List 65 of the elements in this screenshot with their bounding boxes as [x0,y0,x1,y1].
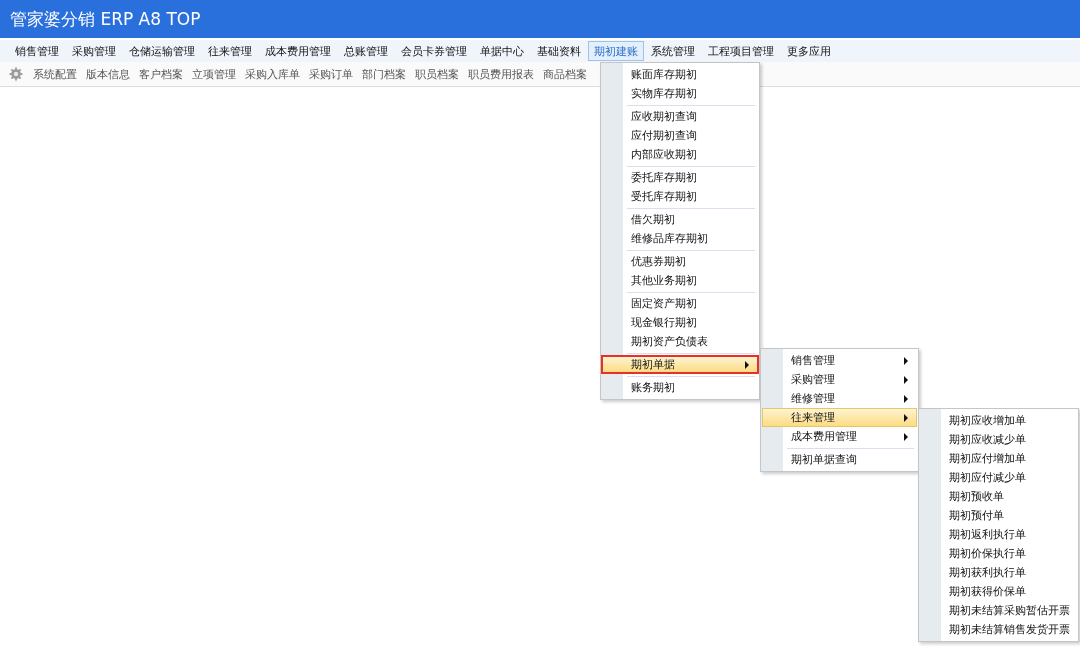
menu-item[interactable]: 期初资产负债表 [602,332,758,351]
shortcut-link[interactable]: 系统配置 [33,66,77,82]
menu-item[interactable]: 固定资产期初 [602,294,758,313]
menu-bar-item[interactable]: 更多应用 [781,41,837,61]
shortcut-link[interactable]: 版本信息 [86,66,130,82]
menu-item[interactable]: 账面库存期初 [602,65,758,84]
shortcut-link[interactable]: 采购订单 [309,66,353,82]
menu-item[interactable]: 受托库存期初 [602,187,758,206]
menu-item[interactable]: 现金银行期初 [602,313,758,332]
menu-item[interactable]: 期初价保执行单 [920,544,1077,563]
menu-bar-item[interactable]: 单据中心 [474,41,530,61]
menu-item[interactable]: 期初应收增加单 [920,411,1077,430]
shortcut-link[interactable]: 部门档案 [362,66,406,82]
menu-item[interactable]: 期初返利执行单 [920,525,1077,544]
submenu-arrow-icon [745,360,749,369]
menu-item[interactable]: 期初单据查询 [762,450,917,469]
shortcut-link[interactable]: 职员档案 [415,66,459,82]
menu-item[interactable]: 往来管理 [762,408,917,427]
menu-item[interactable]: 借欠期初 [602,210,758,229]
menu-item[interactable]: 期初预付单 [920,506,1077,525]
app-title: 管家婆分销 ERP A8 TOP [10,7,201,31]
shortcut-link[interactable]: 职员费用报表 [468,66,534,82]
menu-bar-item[interactable]: 采购管理 [66,41,122,61]
shortcut-link[interactable]: 采购入库单 [245,66,300,82]
menu-item[interactable]: 采购管理 [762,370,917,389]
menu-item[interactable]: 内部应收期初 [602,145,758,164]
menu-item[interactable]: 委托库存期初 [602,168,758,187]
menu-item[interactable]: 期初获利执行单 [920,563,1077,582]
menu-item[interactable]: 期初未结算销售发货开票 [920,620,1077,639]
menu-item[interactable]: 成本费用管理 [762,427,917,446]
menu-bar-item[interactable]: 销售管理 [9,41,65,61]
menu-item[interactable]: 维修品库存期初 [602,229,758,248]
menu-item[interactable]: 应付期初查询 [602,126,758,145]
shortcut-link[interactable]: 客户档案 [139,66,183,82]
menu-bar-item[interactable]: 工程项目管理 [702,41,780,61]
menu-item[interactable]: 应收期初查询 [602,107,758,126]
menu-bar-item[interactable]: 系统管理 [645,41,701,61]
menu-item[interactable]: 期初应收减少单 [920,430,1077,449]
submenu-arrow-icon [904,356,908,365]
menu-bar-item[interactable]: 总账管理 [338,41,394,61]
submenu-arrow-icon [904,375,908,384]
submenu-arrow-icon [904,432,908,441]
menu-item[interactable]: 期初单据 [601,355,759,374]
menu-item[interactable]: 其他业务期初 [602,271,758,290]
menu-item[interactable]: 优惠券期初 [602,252,758,271]
menu-bar-item[interactable]: 期初建账 [588,41,644,61]
menu-item[interactable]: 期初预收单 [920,487,1077,506]
submenu-arrow-icon [904,413,908,422]
shortcut-link[interactable]: 商品档案 [543,66,587,82]
menu-item[interactable]: 期初获得价保单 [920,582,1077,601]
menu-bar-item[interactable]: 成本费用管理 [259,41,337,61]
menu-item[interactable]: 期初应付增加单 [920,449,1077,468]
shortcut-link[interactable]: 立项管理 [192,66,236,82]
menu-item[interactable]: 期初未结算采购暂估开票 [920,601,1077,620]
menu-bar-item[interactable]: 仓储运输管理 [123,41,201,61]
gear-icon[interactable] [9,67,23,81]
menu-item[interactable]: 期初应付减少单 [920,468,1077,487]
menu-bar-item[interactable]: 会员卡券管理 [395,41,473,61]
submenu-arrow-icon [904,394,908,403]
menu-item[interactable]: 销售管理 [762,351,917,370]
menu-item[interactable]: 维修管理 [762,389,917,408]
menu-bar-item[interactable]: 往来管理 [202,41,258,61]
menu-bar-item[interactable]: 基础资料 [531,41,587,61]
menu-item[interactable]: 实物库存期初 [602,84,758,103]
menu-item[interactable]: 账务期初 [602,378,758,397]
